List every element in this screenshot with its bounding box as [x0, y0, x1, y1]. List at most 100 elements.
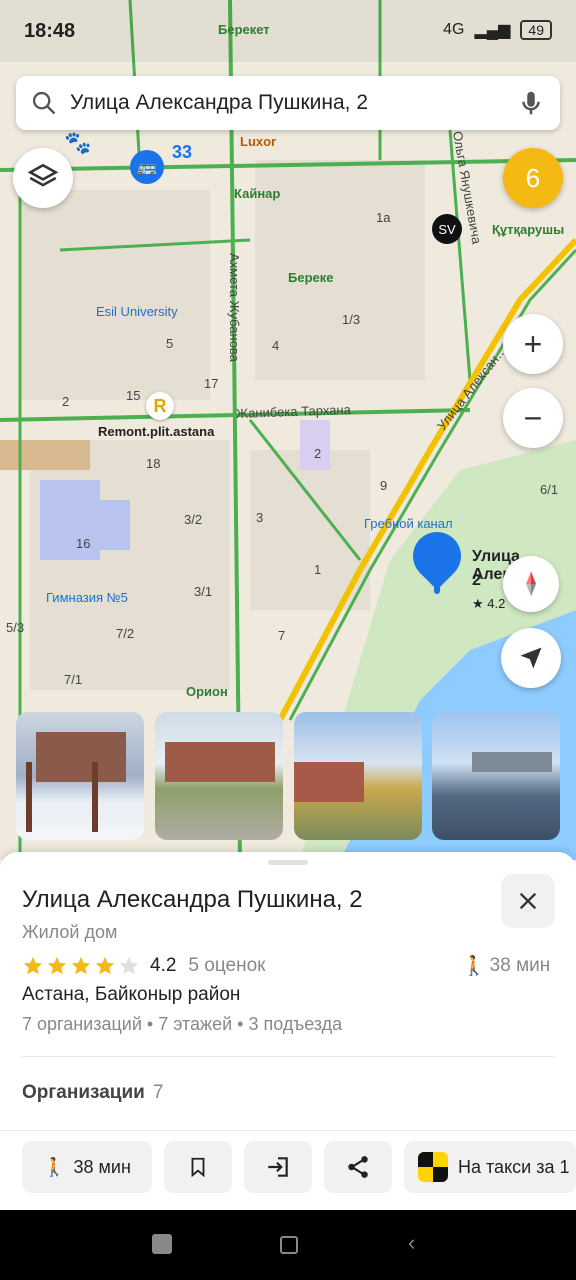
system-nav-bar: ‹	[0, 1210, 576, 1280]
organizations-row[interactable]: Организации 7	[22, 1082, 163, 1104]
search-input[interactable]: Улица Александра Пушкина, 2	[70, 91, 516, 115]
bookmark-button[interactable]	[164, 1141, 232, 1193]
map-label: Орион	[186, 684, 228, 699]
map-label: 15	[126, 388, 141, 403]
share-button[interactable]	[324, 1141, 392, 1193]
map-label: Береке	[288, 270, 334, 285]
map-label: 1/3	[342, 312, 361, 327]
status-bar: 18:48 4G ▂▄▆ 49	[0, 0, 576, 62]
map-label: Luxor	[240, 134, 277, 149]
rating-stars	[22, 955, 142, 977]
organizations-count: 7	[152, 1082, 164, 1103]
map-label: 17	[204, 376, 219, 391]
map-label: Esil University	[96, 304, 178, 319]
my-location-button[interactable]	[501, 628, 561, 688]
map-label: Берекет	[218, 22, 270, 37]
place-title: Улица Александра Пушкина, 2	[22, 886, 363, 913]
poi-sv-icon[interactable]: SV	[432, 214, 462, 244]
photo-strip[interactable]	[0, 712, 576, 840]
signal-icon: ▂▄▆	[474, 22, 511, 39]
map-label: 9	[380, 478, 388, 493]
search-icon	[32, 91, 56, 115]
place-type: Жилой дом	[22, 922, 118, 942]
map-label: 5/3	[6, 620, 25, 635]
layers-icon	[27, 163, 59, 187]
route-icon	[268, 1157, 288, 1177]
compass-button[interactable]	[503, 556, 559, 612]
taxi-label: На такси за 1	[458, 1156, 570, 1177]
map-label: 3/2	[184, 512, 203, 527]
back-icon[interactable]: ‹	[408, 1230, 415, 1256]
map-label: 7/1	[64, 672, 83, 687]
star-icon	[119, 956, 139, 975]
compass-icon	[526, 571, 536, 597]
map-label: 16	[76, 536, 91, 551]
map-label: Remont.plit.astana	[98, 424, 215, 439]
share-icon	[348, 1156, 368, 1178]
pin-rating: ★ 4.2	[472, 596, 506, 611]
place-address: Астана, Байконыр район	[22, 984, 241, 1005]
close-icon	[519, 892, 537, 910]
rating-row[interactable]: 4.2 5 оценок	[22, 954, 265, 978]
minus-icon: −	[523, 399, 543, 436]
photo-thumbnail[interactable]	[432, 712, 560, 840]
map-label: 7/2	[116, 626, 135, 641]
plus-icon: +	[523, 325, 543, 362]
place-details: 7 организаций • 7 этажей • 3 подъезда	[22, 1014, 343, 1034]
search-bar[interactable]: Улица Александра Пушкина, 2	[16, 76, 560, 130]
rating-count[interactable]: 5 оценок	[188, 955, 265, 977]
zoom-out-button[interactable]: −	[503, 388, 563, 448]
pin-title-2: 2	[472, 572, 481, 589]
paw-icon: 🐾	[64, 130, 92, 155]
bookmark-icon	[191, 1157, 205, 1178]
map-label: 6/1	[540, 482, 559, 497]
route-button[interactable]	[244, 1141, 312, 1193]
map-label: 1а	[376, 210, 391, 225]
home-icon[interactable]	[280, 1236, 298, 1254]
divider	[22, 1056, 554, 1057]
poi-icon[interactable]: R	[146, 392, 174, 420]
star-icon	[95, 956, 115, 975]
close-button[interactable]	[501, 874, 555, 928]
status-time: 18:48	[24, 20, 76, 42]
navigate-icon	[520, 647, 542, 669]
bus-number: 33	[172, 142, 193, 162]
map-view[interactable]: 18:48 4G ▂▄▆ 49 Берекет Luxor Кайнар Бер…	[0, 0, 576, 860]
battery-icon: 49	[520, 20, 552, 40]
recent-apps-icon[interactable]	[152, 1234, 172, 1254]
photo-thumbnail[interactable]	[155, 712, 283, 840]
map-label: Кайнар	[234, 186, 281, 201]
walk-time-label: 38 мин	[489, 955, 551, 976]
notification-badge[interactable]: 6	[503, 148, 563, 208]
map-label: 3/1	[194, 584, 213, 599]
zoom-in-button[interactable]: +	[503, 314, 563, 374]
star-icon	[47, 956, 67, 975]
walk-route-label: 38 мин	[73, 1156, 131, 1177]
layers-button[interactable]	[13, 148, 73, 208]
map-label: Гребной канал	[364, 516, 453, 531]
walk-icon: 🚶	[462, 956, 486, 977]
bus-stop-icon[interactable]: 🚌	[130, 150, 164, 184]
map-label: 18	[146, 456, 161, 471]
taxi-icon	[418, 1152, 448, 1182]
walk-route-button[interactable]: 🚶 38 мин	[22, 1141, 152, 1193]
map-label: 4	[272, 338, 280, 353]
map-label: 2	[62, 394, 70, 409]
walk-icon: 🚶	[43, 1156, 66, 1177]
map-label: Гимназия №5	[46, 590, 128, 605]
network-label: 4G	[443, 21, 465, 38]
map-label: 7	[278, 628, 286, 643]
divider	[0, 1130, 576, 1131]
star-icon	[23, 956, 43, 975]
star-icon	[71, 956, 91, 975]
organizations-label: Организации	[22, 1082, 145, 1103]
photo-thumbnail[interactable]	[294, 712, 422, 840]
map-label: Ахмета Жубанова	[226, 253, 242, 362]
photo-thumbnail[interactable]	[16, 712, 144, 840]
mic-icon[interactable]	[516, 88, 546, 118]
walk-time: 🚶 38 мин	[462, 954, 550, 978]
rating-value: 4.2	[150, 955, 177, 976]
drag-handle[interactable]	[268, 860, 308, 865]
map-label: Құтқарушы	[492, 222, 565, 237]
taxi-button[interactable]: На такси за 1	[404, 1141, 576, 1193]
